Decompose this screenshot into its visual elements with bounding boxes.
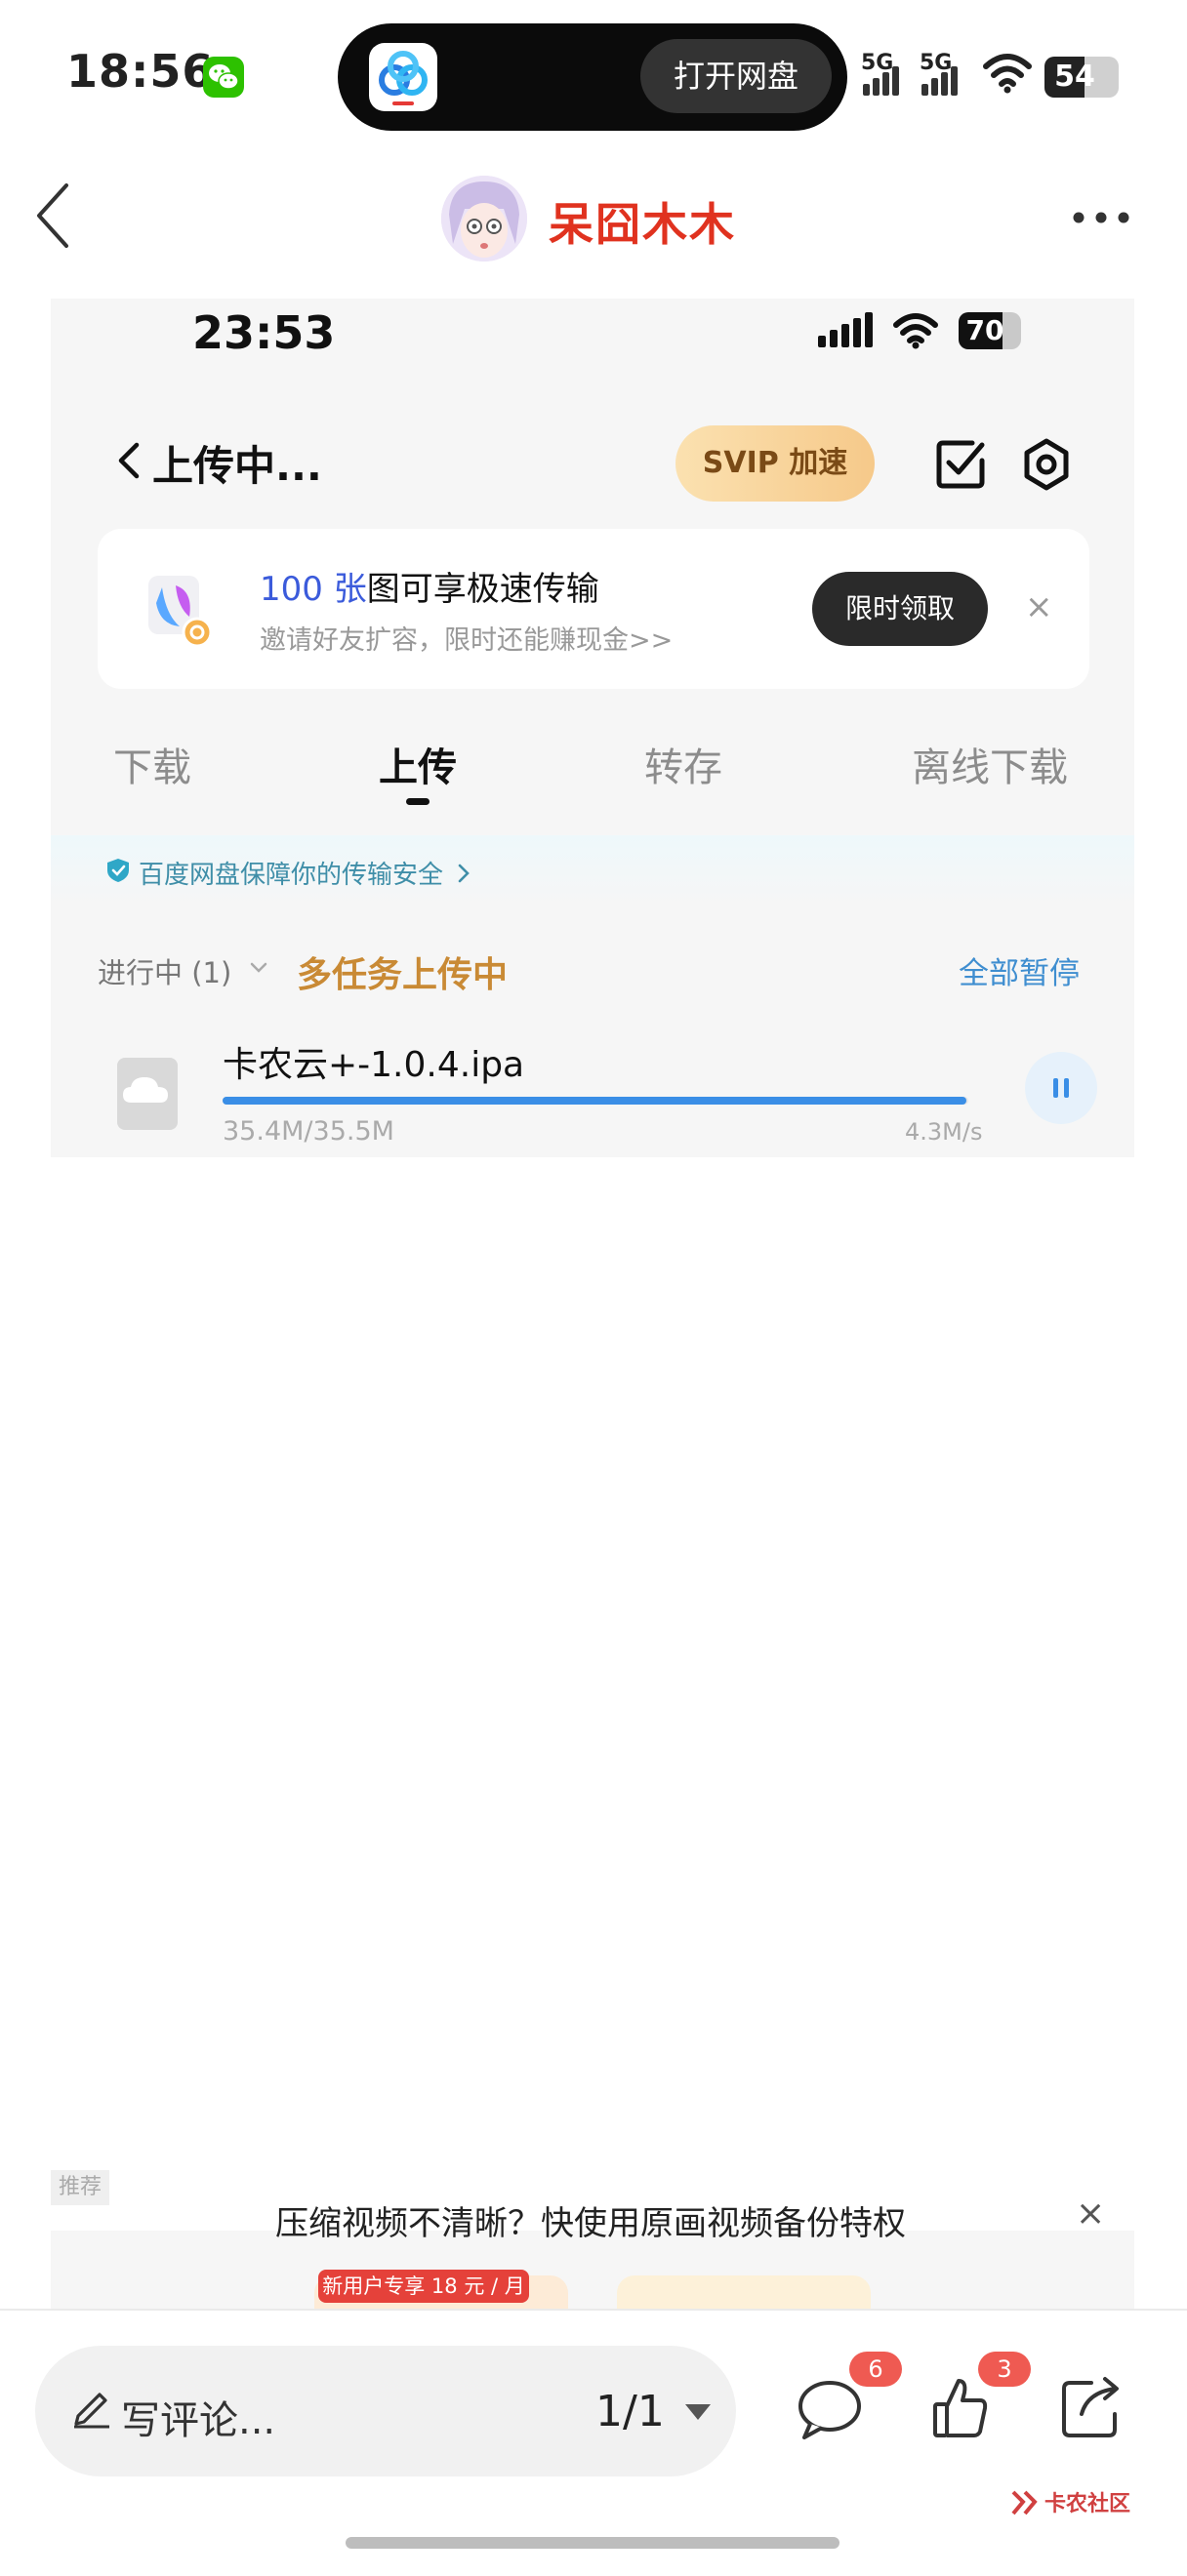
- battery-icon: 54: [1044, 57, 1119, 98]
- claim-now-button: 限时领取: [812, 572, 988, 646]
- file-cloud-icon: [117, 1058, 178, 1130]
- upload-file-name: 卡农云+-1.0.4.ipa: [223, 1045, 525, 1085]
- promo-title-rest: 图可享极速传输: [366, 570, 599, 609]
- promo-subtitle: 邀请好友扩容，限时还能赚现金>>: [260, 625, 674, 656]
- in-progress-count: 进行中 (1): [98, 956, 232, 989]
- promo-title-highlight: 100 张: [260, 570, 367, 609]
- upload-progress-fill: [223, 1097, 966, 1105]
- active-tab-indicator: [406, 798, 430, 805]
- upload-size: 35.4M/35.5M: [223, 1116, 394, 1147]
- select-checkbox-icon: [936, 440, 985, 489]
- pause-all-button: 全部暂停: [959, 956, 1080, 991]
- kanong-logo-icon: [1011, 2490, 1038, 2516]
- recommend-tag: 推荐: [51, 2170, 109, 2205]
- comment-placeholder[interactable]: 写评论...: [121, 2389, 275, 2445]
- comment-count-badge: 6: [849, 2352, 902, 2387]
- back-chevron-icon[interactable]: [33, 181, 72, 250]
- network-type-label: 5G: [920, 51, 953, 75]
- pen-icon: [74, 2393, 109, 2429]
- post-image[interactable]: 23:53 70 上传中... SVIP 加速 100 张图可享极速传输 邀请好…: [51, 299, 1134, 2309]
- more-options-icon[interactable]: [1072, 211, 1130, 224]
- open-netdisk-button[interactable]: 打开网盘: [640, 39, 832, 113]
- recommend-text: 压缩视频不清晰？快使用原画视频备份特权: [275, 2204, 906, 2243]
- safety-notice-text: 百度网盘保障你的传输安全: [139, 861, 444, 890]
- offer-card-2: [617, 2275, 871, 2309]
- like-count-badge: 3: [978, 2352, 1031, 2387]
- shield-icon: [107, 859, 129, 882]
- network-type-label: 5G: [861, 51, 894, 75]
- page-indicator[interactable]: 1/1: [595, 2387, 665, 2436]
- image-blank-area: [51, 1157, 1134, 2231]
- upload-progress-bar: [223, 1097, 968, 1105]
- watermark: 卡农社区: [1044, 2492, 1131, 2516]
- svip-accelerate-button: SVIP 加速: [675, 425, 875, 502]
- upload-speed: 4.3M/s: [905, 1118, 983, 1146]
- comment-bubble-icon[interactable]: [795, 2377, 865, 2443]
- settings-icon: [1024, 438, 1069, 491]
- inner-battery-level: 70: [965, 314, 1004, 346]
- home-indicator[interactable]: [346, 2537, 839, 2549]
- new-user-offer-tag: 新用户专享 18 元 / 月: [318, 2270, 529, 2303]
- inner-status-time: 23:53: [192, 306, 336, 359]
- wechat-icon: [203, 57, 244, 98]
- cellular-signal-1: 5G: [861, 51, 910, 98]
- pause-icon: [1053, 1078, 1069, 1098]
- author-name[interactable]: 呆囧木木: [549, 189, 736, 254]
- author-avatar[interactable]: [441, 176, 527, 262]
- tab-offline-download: 离线下载: [912, 745, 1068, 790]
- share-icon[interactable]: [1058, 2375, 1125, 2439]
- recommend-close-icon: ×: [1076, 2194, 1106, 2234]
- promo-close-icon: ×: [1025, 587, 1053, 626]
- tab-transfer: 转存: [644, 745, 722, 790]
- chevron-right-icon: [458, 864, 470, 883]
- baidu-netdisk-app-icon[interactable]: [369, 43, 437, 111]
- promo-title: 100 张图可享极速传输: [260, 562, 599, 610]
- status-time: 18:56: [66, 45, 215, 98]
- inner-battery-icon: 70: [959, 312, 1021, 349]
- inner-signal-icon: [818, 312, 873, 347]
- thumbs-up-icon[interactable]: [931, 2375, 990, 2441]
- tab-download: 下载: [113, 745, 191, 790]
- tab-upload: 上传: [379, 745, 457, 790]
- caret-down-icon[interactable]: [683, 2402, 713, 2422]
- inner-wifi-icon: [893, 313, 938, 349]
- bottom-divider: [0, 2309, 1187, 2311]
- inner-back-icon: [118, 442, 140, 479]
- inner-page-title: 上传中...: [152, 442, 322, 490]
- chevron-down-icon: [250, 962, 267, 973]
- multi-task-upload-label: 多任务上传中: [297, 955, 509, 995]
- pause-upload-button: [1025, 1052, 1097, 1124]
- battery-level: 54: [1054, 60, 1095, 94]
- cellular-signal-2: 5G: [920, 51, 968, 98]
- wifi-icon: [983, 54, 1032, 94]
- photo-speed-icon: [148, 576, 213, 648]
